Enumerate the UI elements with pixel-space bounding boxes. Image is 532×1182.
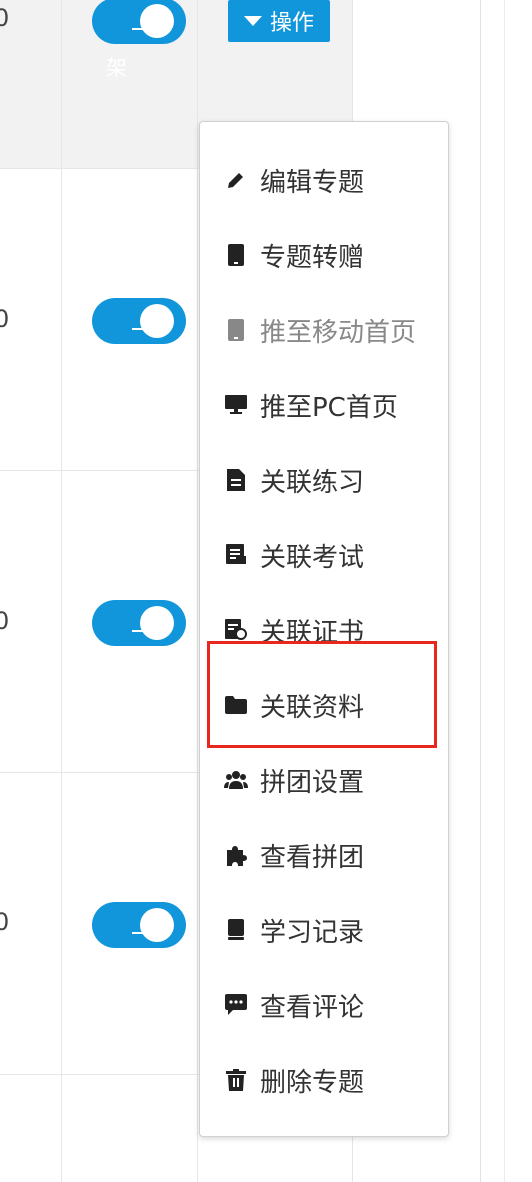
pencil-icon bbox=[222, 166, 250, 194]
menu-item-label: 删除专题 bbox=[260, 1067, 365, 1098]
status-toggle[interactable] bbox=[92, 298, 186, 344]
row-number: 0 bbox=[0, 4, 10, 32]
menu-item-label: 推至移动首页 bbox=[260, 317, 417, 348]
menu-item-label: 专题转赠 bbox=[260, 242, 365, 273]
menu-item-delete-topic[interactable]: 删除专题 bbox=[222, 1060, 442, 1100]
menu-item-view-group-buy[interactable]: 查看拼团 bbox=[222, 835, 442, 875]
menu-item-label: 拼团设置 bbox=[260, 767, 365, 798]
toggle-knob bbox=[140, 606, 174, 640]
status-toggle[interactable] bbox=[92, 902, 186, 948]
status-toggle[interactable] bbox=[92, 600, 186, 646]
menu-item-link-practice[interactable]: 关联练习 bbox=[222, 460, 442, 500]
highlight-annotation bbox=[207, 641, 437, 748]
menu-item-label: 查看拼团 bbox=[260, 842, 365, 873]
operation-dropdown-button[interactable]: 操作 bbox=[228, 0, 330, 42]
column-divider bbox=[61, 0, 62, 1182]
menu-item-label: 推至PC首页 bbox=[260, 392, 398, 423]
row-number: 0 bbox=[0, 908, 10, 936]
operation-button-label: 操作 bbox=[269, 11, 314, 36]
menu-item-view-comments[interactable]: 查看评论 bbox=[222, 985, 442, 1025]
menu-item-label: 关联练习 bbox=[260, 467, 365, 498]
operation-menu: 编辑专题 专题转赠 推至移动首页 推至PC首页 关联练习 关联考试 关联证书 关… bbox=[199, 121, 449, 1137]
monitor-icon bbox=[222, 391, 250, 419]
toggle-knob bbox=[140, 304, 174, 338]
menu-item-push-pc-home[interactable]: 推至PC首页 bbox=[222, 385, 442, 425]
document-icon bbox=[222, 466, 250, 494]
users-icon bbox=[222, 766, 250, 794]
comment-icon bbox=[222, 991, 250, 1019]
menu-item-push-mobile-home[interactable]: 推至移动首页 bbox=[222, 310, 442, 350]
row-number: 0 bbox=[0, 607, 10, 635]
tablet-icon bbox=[222, 241, 250, 269]
menu-item-label: 学习记录 bbox=[260, 917, 365, 948]
screen: 0 0 0 0 架 操作 编辑专题 专题转赠 推至移动首页 推至PC首页 关联练… bbox=[0, 0, 532, 1182]
puzzle-icon bbox=[222, 841, 250, 869]
column-divider bbox=[197, 0, 198, 1182]
toggle-knob bbox=[140, 4, 174, 38]
trash-icon bbox=[222, 1066, 250, 1094]
menu-item-label: 关联考试 bbox=[260, 542, 365, 573]
exam-icon bbox=[222, 541, 250, 569]
row-number: 0 bbox=[0, 305, 10, 333]
panel-divider bbox=[480, 0, 481, 1182]
menu-item-label: 查看评论 bbox=[260, 992, 365, 1023]
menu-item-transfer-topic[interactable]: 专题转赠 bbox=[222, 235, 442, 275]
shelf-status-label: 架 bbox=[106, 56, 127, 80]
status-toggle[interactable] bbox=[92, 0, 186, 44]
menu-item-study-records[interactable]: 学习记录 bbox=[222, 910, 442, 950]
panel-divider bbox=[504, 0, 505, 1182]
menu-item-link-exam[interactable]: 关联考试 bbox=[222, 535, 442, 575]
menu-item-edit-topic[interactable]: 编辑专题 bbox=[222, 160, 442, 200]
toggle-knob bbox=[140, 908, 174, 942]
menu-item-group-buy-settings[interactable]: 拼团设置 bbox=[222, 760, 442, 800]
caret-down-icon bbox=[243, 16, 262, 26]
certificate-icon bbox=[222, 616, 250, 644]
book-icon bbox=[222, 916, 250, 944]
menu-item-label: 编辑专题 bbox=[260, 167, 365, 198]
tablet-icon bbox=[222, 316, 250, 344]
